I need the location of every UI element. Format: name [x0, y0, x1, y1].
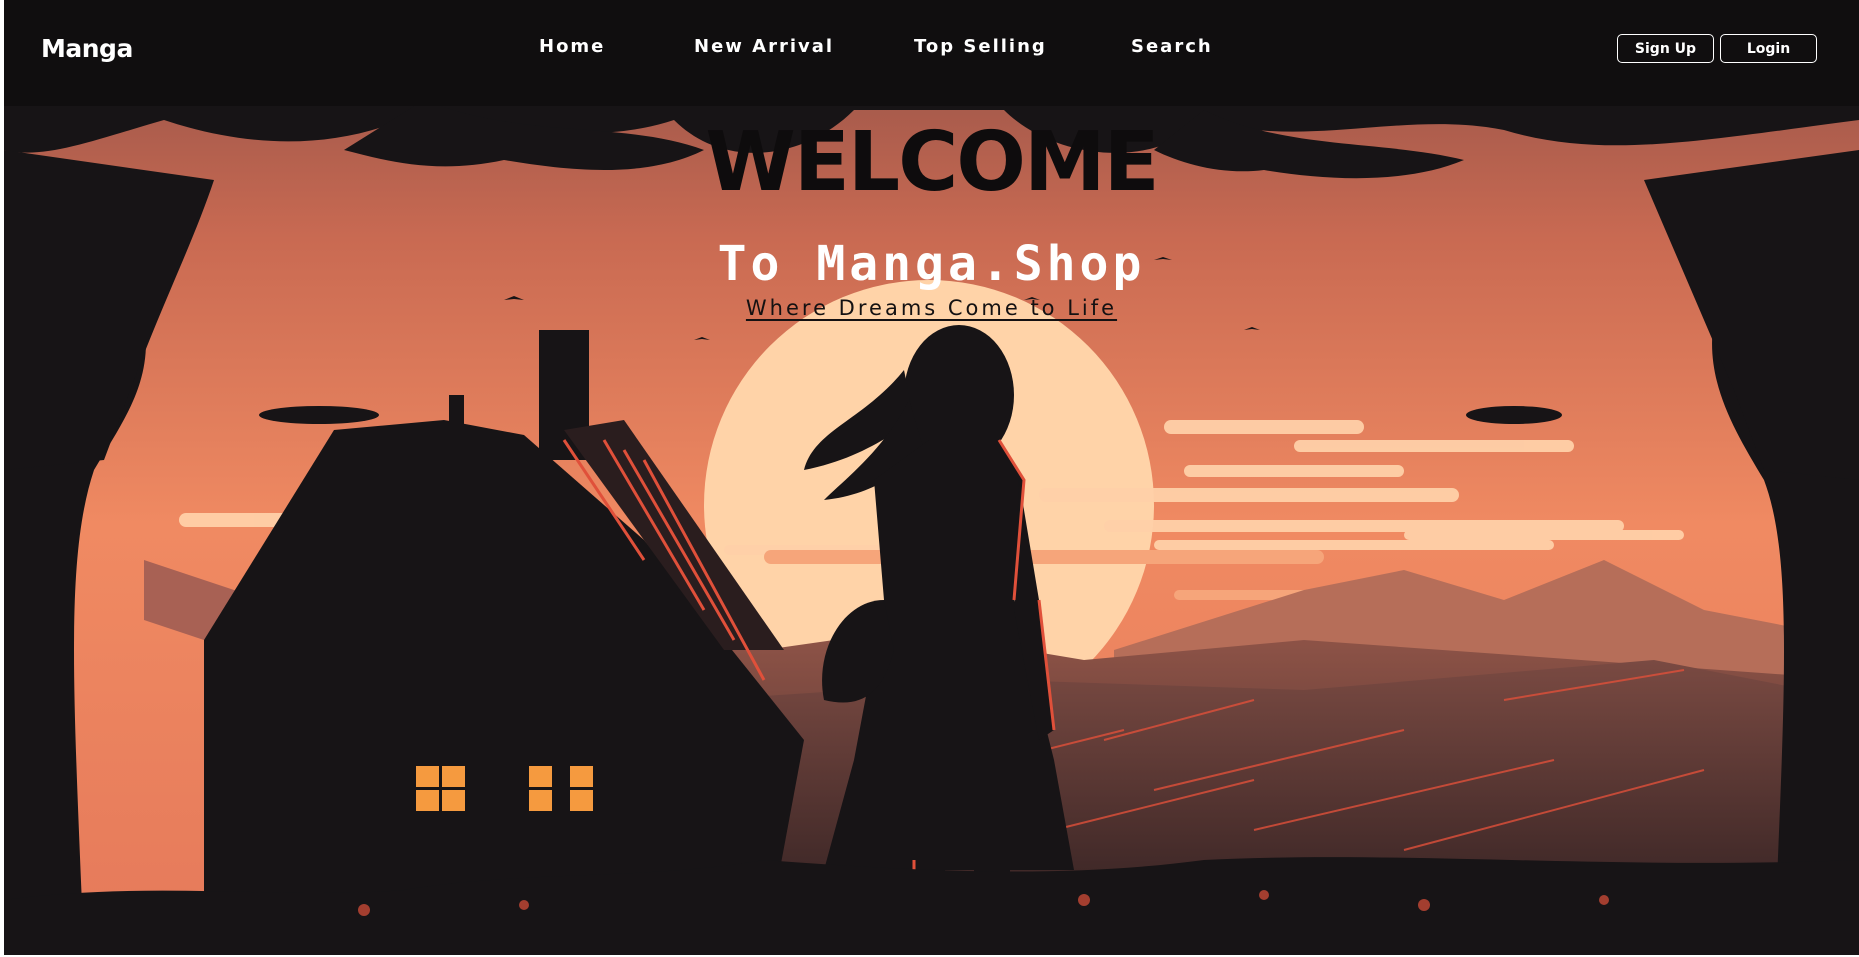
top-navbar: Manga Home New Arrival Top Selling Searc… [4, 0, 1859, 106]
landing-page: Manga Home New Arrival Top Selling Searc… [4, 0, 1859, 955]
brand-logo[interactable]: Manga [41, 34, 133, 63]
hero-tagline-wrap: Where Dreams Come to Life [4, 298, 1859, 319]
nav-top-selling[interactable]: Top Selling [914, 36, 1047, 57]
sign-up-button[interactable]: Sign Up [1617, 34, 1714, 63]
hero-tagline: Where Dreams Come to Life [745, 296, 1118, 320]
nav-home[interactable]: Home [539, 36, 605, 57]
hero-subtitle: To Manga.Shop [717, 236, 1146, 292]
nav-search[interactable]: Search [1131, 36, 1213, 57]
nav-new-arrival[interactable]: New Arrival [694, 36, 834, 57]
hero-title: WELCOME [705, 115, 1159, 210]
login-button[interactable]: Login [1720, 34, 1817, 63]
